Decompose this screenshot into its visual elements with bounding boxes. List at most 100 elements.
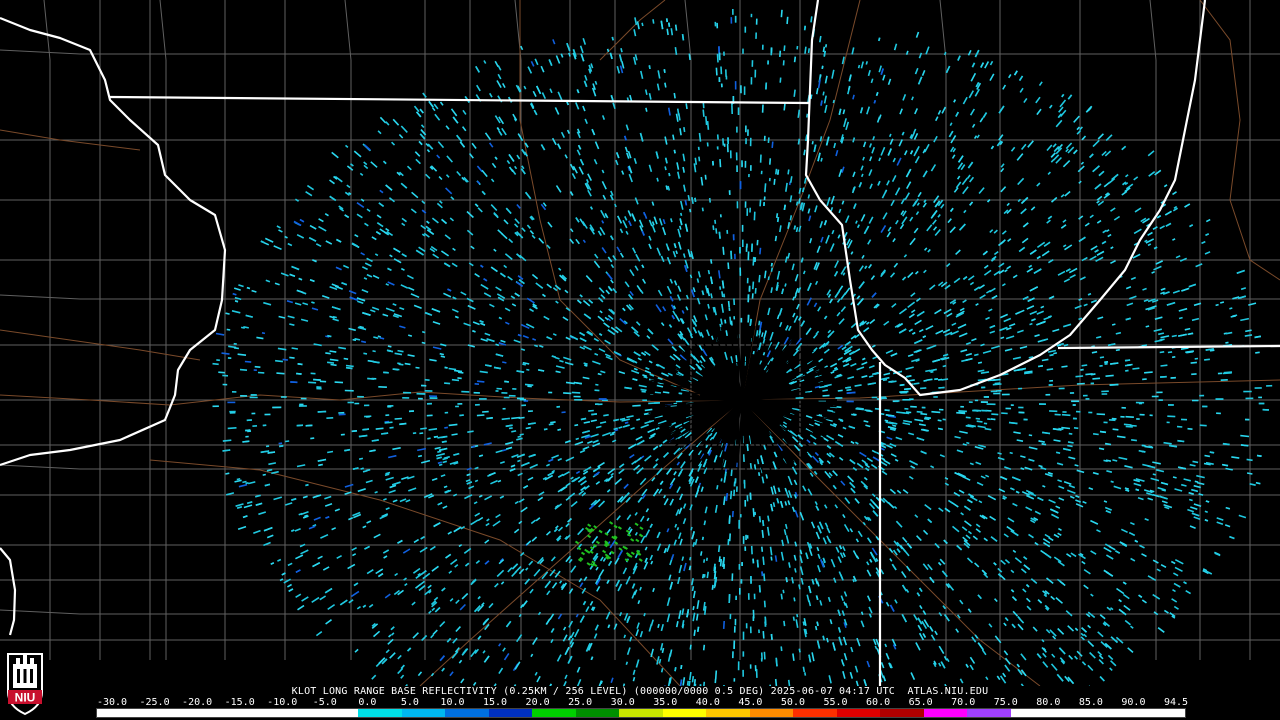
echo-streak — [1225, 341, 1229, 344]
echo-streak — [819, 35, 822, 43]
echo-streak — [941, 378, 949, 381]
echo-streak — [1152, 473, 1156, 476]
echo-streak — [763, 573, 766, 582]
echo-streak — [706, 121, 710, 130]
echo-streak — [1108, 419, 1116, 422]
echo-streak — [308, 381, 317, 384]
echo-streak — [1187, 427, 1193, 430]
echo-streak — [381, 432, 389, 435]
echo-streak — [691, 675, 695, 683]
echo-streak — [1204, 358, 1210, 361]
echo-streak — [797, 109, 801, 118]
echo-streak — [819, 74, 822, 78]
echo-streak — [729, 490, 733, 500]
echo-streak — [746, 443, 749, 452]
echo-streak — [767, 137, 770, 143]
echo-streak — [658, 658, 662, 664]
echo-streak — [511, 430, 517, 433]
echo-streak — [702, 109, 705, 117]
echo-streak — [225, 312, 230, 315]
echo-streak — [674, 46, 678, 56]
echo-streak — [762, 351, 766, 356]
echo-streak — [311, 301, 315, 304]
echo-streak — [1112, 459, 1118, 462]
echo-streak — [1009, 451, 1013, 455]
echo-streak — [327, 450, 334, 454]
echo-streak — [397, 349, 404, 353]
echo-streak — [261, 332, 266, 335]
echo-streak — [730, 469, 733, 477]
echo-streak — [802, 666, 806, 673]
echo-streak — [729, 316, 732, 325]
echo-streak — [221, 352, 230, 355]
echo-streak — [242, 480, 247, 484]
echo-streak — [218, 371, 225, 374]
echo-streak — [325, 352, 331, 355]
echo-streak — [1098, 447, 1105, 451]
echo-streak — [624, 421, 629, 424]
echo-streak — [749, 318, 752, 325]
echo-streak — [752, 508, 755, 517]
echo-streak — [345, 366, 353, 370]
echo-streak — [285, 440, 290, 443]
echo-streak — [896, 411, 905, 414]
echo-streak — [632, 676, 636, 682]
echo-streak — [943, 51, 947, 56]
echo-streak — [803, 25, 806, 31]
echo-streak — [1205, 500, 1210, 503]
echo-streak — [1222, 442, 1230, 446]
echo-streak — [511, 416, 521, 420]
echo-streak — [703, 574, 706, 578]
echo-streak — [1029, 322, 1033, 326]
echo-streak — [1111, 323, 1116, 326]
echo-streak — [851, 413, 856, 416]
echo-streak — [702, 644, 706, 651]
echo-streak — [407, 334, 413, 337]
echo-streak — [358, 457, 364, 460]
echo-streak — [351, 430, 358, 433]
echo-streak — [977, 369, 985, 373]
echo-streak — [728, 515, 731, 524]
echo-streak — [421, 330, 426, 334]
echo-streak — [675, 250, 678, 255]
echo-streak — [526, 368, 530, 371]
echo-streak — [966, 441, 970, 445]
echo-streak — [832, 99, 835, 104]
echo-streak — [937, 419, 942, 422]
echo-streak — [710, 259, 713, 264]
echo-streak — [443, 485, 448, 489]
echo-streak — [956, 411, 966, 415]
echo-streak — [938, 378, 943, 381]
echo-streak — [777, 169, 780, 175]
echo-streak — [1186, 350, 1194, 354]
echo-streak — [584, 364, 588, 367]
echo-streak — [548, 423, 554, 426]
echo-streak — [770, 262, 773, 267]
echo-streak — [676, 108, 680, 116]
echo-streak — [1073, 427, 1079, 430]
echo-streak — [1167, 351, 1173, 354]
echo-streak — [329, 358, 339, 362]
echo-streak — [1255, 351, 1260, 354]
echo-streak — [1159, 338, 1165, 341]
echo-streak — [648, 65, 651, 70]
echo-streak — [990, 418, 996, 421]
echo-streak — [421, 341, 426, 345]
echo-streak — [371, 439, 379, 442]
echo-streak — [1024, 371, 1033, 375]
echo-streak — [454, 369, 463, 373]
echo-streak — [958, 410, 967, 413]
echo-streak — [310, 437, 315, 440]
echo-streak — [722, 620, 725, 629]
echo-streak — [1104, 361, 1109, 364]
echo-streak — [222, 439, 232, 442]
echo-streak — [770, 633, 773, 640]
echo-streak — [476, 414, 485, 417]
echo-streak — [664, 82, 667, 88]
echo-streak — [792, 653, 795, 661]
echo-streak — [444, 382, 451, 385]
echo-streak — [783, 204, 786, 211]
echo-streak — [1254, 335, 1262, 339]
echo-streak — [1135, 488, 1140, 492]
echo-streak — [632, 404, 641, 407]
